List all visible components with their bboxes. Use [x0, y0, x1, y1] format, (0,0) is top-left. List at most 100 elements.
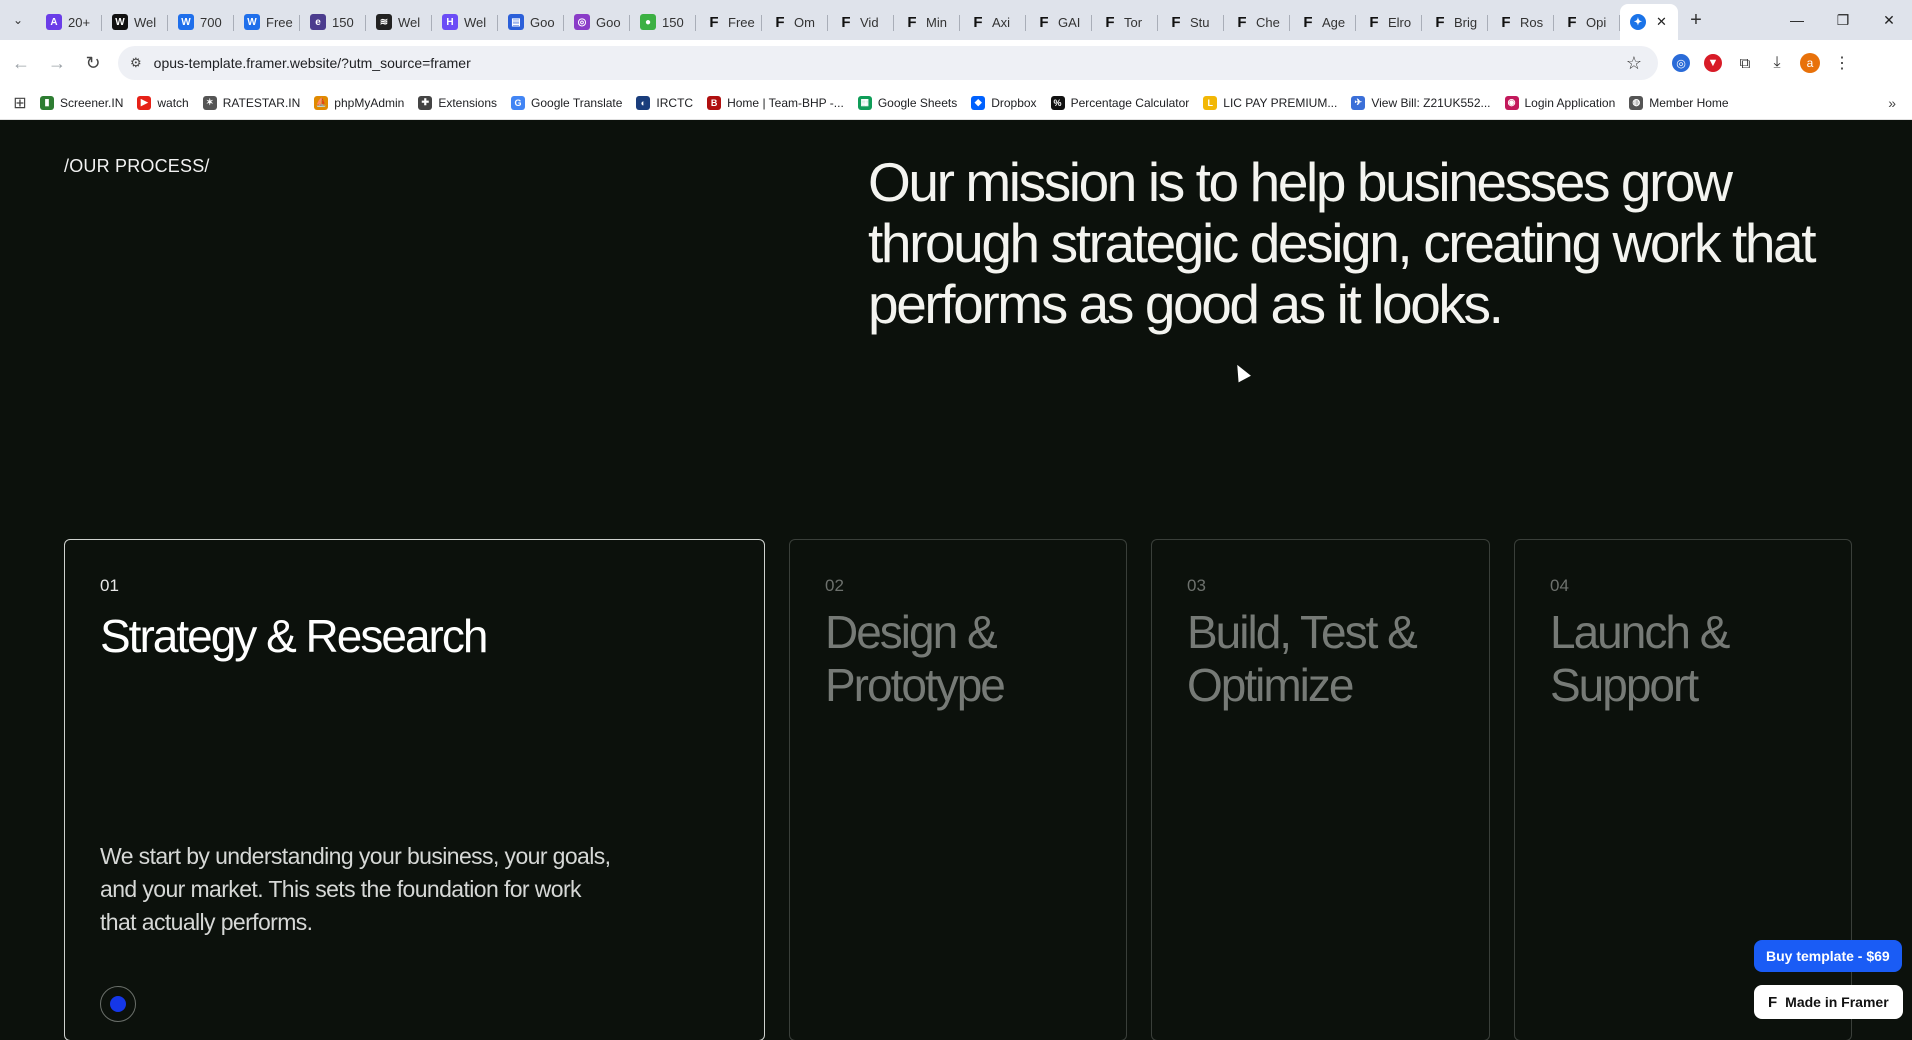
process-card-3[interactable]: 03 Build, Test & Optimize — [1151, 539, 1490, 1040]
tab-title: Free — [728, 14, 755, 30]
bookmark-item[interactable]: ✚ Extensions — [418, 95, 497, 110]
tab-title: GAI — [1058, 14, 1081, 30]
browser-toolbar: ← → ↻ ⚙ opus-template.framer.website/?ut… — [0, 40, 1912, 86]
browser-tab[interactable]: F Axi — [960, 6, 1026, 38]
browser-tab[interactable]: F Ros — [1488, 6, 1554, 38]
reload-icon[interactable]: ↻ — [78, 53, 108, 74]
bookmark-item[interactable]: ◐ IRCTC — [636, 95, 694, 110]
browser-tab[interactable]: F Om — [762, 6, 828, 38]
bookmark-item[interactable]: ✶ RATESTAR.IN — [202, 95, 301, 110]
bookmark-favicon-icon: ◆ — [971, 95, 986, 110]
site-info-icon[interactable]: ⚙ — [130, 55, 142, 71]
browser-tab[interactable]: F GAI — [1026, 6, 1092, 38]
browser-tab[interactable]: e 150 — [300, 6, 366, 38]
bookmark-item[interactable]: ◉ Login Application — [1504, 95, 1616, 110]
bookmark-item[interactable]: ⛵ phpMyAdmin — [314, 95, 404, 110]
tab-favicon-icon: F — [907, 13, 917, 31]
new-tab-plus-icon[interactable]: + — [1678, 9, 1714, 32]
mission-statement: Our mission is to help businesses grow t… — [868, 151, 1816, 335]
browser-menu-icon[interactable]: ⋮ — [1834, 53, 1850, 73]
bookmark-item[interactable]: ◆ Dropbox — [971, 95, 1037, 110]
browser-tab[interactable]: F Vid — [828, 6, 894, 38]
bookmark-item[interactable]: % Percentage Calculator — [1050, 95, 1189, 110]
bookmark-item[interactable]: L LIC PAY PREMIUM... — [1203, 95, 1338, 110]
bookmark-label: LIC PAY PREMIUM... — [1223, 95, 1338, 110]
browser-tab[interactable]: F Free — [696, 6, 762, 38]
made-in-framer-label: Made in Framer — [1785, 994, 1889, 1010]
address-bar[interactable]: ⚙ opus-template.framer.website/?utm_sour… — [118, 46, 1658, 80]
step-description: We start by understanding your business,… — [100, 843, 611, 935]
browser-tab[interactable]: F Min — [894, 6, 960, 38]
bookmark-favicon-icon: ✈ — [1351, 95, 1366, 110]
browser-tab[interactable]: ● 150 — [630, 6, 696, 38]
bookmark-item[interactable]: ✈ View Bill: Z21UK552... — [1351, 95, 1491, 110]
bookmark-label: Login Application — [1524, 95, 1616, 110]
tab-favicon-icon: F — [775, 13, 785, 31]
tab-title: Wel — [398, 14, 421, 30]
close-tab-icon[interactable]: ✕ — [1656, 14, 1667, 30]
bookmark-label: Google Translate — [531, 95, 623, 110]
extension-icon[interactable]: ◎ — [1672, 54, 1690, 72]
tab-title: Free — [266, 14, 293, 30]
browser-tab[interactable]: ≋ Wel — [366, 6, 432, 38]
browser-tab[interactable]: ▤ Goo — [498, 6, 564, 38]
bookmarks-overflow-icon[interactable]: » — [1888, 95, 1896, 111]
browser-tab[interactable]: H Wel — [432, 6, 498, 38]
tab-title: Wel — [464, 14, 487, 30]
bookmark-favicon-icon: ✚ — [418, 95, 433, 110]
browser-tab[interactable]: F Opi — [1554, 6, 1620, 38]
browser-tab[interactable]: F Stu — [1158, 6, 1224, 38]
shield-extension-icon[interactable]: ▼ — [1704, 54, 1722, 72]
tab-favicon-icon: F — [1567, 13, 1577, 31]
back-arrow-icon[interactable]: ← — [6, 53, 36, 74]
bookmark-item[interactable]: ▶ watch — [137, 95, 189, 110]
bookmark-label: Member Home — [1649, 95, 1729, 110]
tab-title: Age — [1322, 14, 1346, 30]
step-number: 03 — [1187, 576, 1206, 595]
browser-tab[interactable]: A 20+ — [36, 6, 102, 38]
bookmark-item[interactable]: ▦ Google Sheets — [857, 95, 957, 110]
browser-tab[interactable]: F Brig — [1422, 6, 1488, 38]
tab-active[interactable]: ✦ ✕ — [1620, 4, 1678, 40]
minimize-icon[interactable]: — — [1774, 0, 1820, 40]
apps-grid-icon[interactable]: ⊞ — [0, 93, 40, 113]
buy-template-button[interactable]: Buy template - $69 — [1754, 940, 1902, 972]
browser-tab[interactable]: F Che — [1224, 6, 1290, 38]
bookmark-label: RATESTAR.IN — [222, 95, 301, 110]
tab-title: Om — [794, 14, 815, 30]
process-card-1[interactable]: 01 Strategy & Research We start by under… — [64, 539, 765, 1040]
bookmark-favicon-icon: ◐ — [636, 95, 651, 110]
tab-search-chevron-icon[interactable]: ⌄ — [0, 0, 36, 40]
restore-icon[interactable]: ❐ — [1820, 0, 1866, 40]
download-icon[interactable]: ⤓ — [1768, 54, 1786, 72]
forward-arrow-icon[interactable]: → — [42, 53, 72, 74]
browser-tab[interactable]: ◎ Goo — [564, 6, 630, 38]
bookmark-item[interactable]: ▮ Screener.IN — [40, 95, 123, 110]
puzzle-extensions-icon[interactable]: ⧉ — [1736, 54, 1754, 72]
browser-tab[interactable]: F Age — [1290, 6, 1356, 38]
bookmark-item[interactable]: G Google Translate — [511, 95, 623, 110]
close-window-icon[interactable]: ✕ — [1866, 0, 1912, 40]
tab-title: 150 — [662, 14, 684, 30]
browser-tab[interactable]: W Free — [234, 6, 300, 38]
tab-favicon-icon: F — [1369, 13, 1379, 31]
bookmark-label: watch — [157, 95, 189, 110]
process-card-2[interactable]: 02 Design & Prototype — [789, 539, 1127, 1040]
browser-tab[interactable]: F Tor — [1092, 6, 1158, 38]
bookmark-star-icon[interactable]: ☆ — [1626, 53, 1642, 74]
browser-tab[interactable]: W 700 — [168, 6, 234, 38]
tab-favicon-icon: F — [1105, 13, 1115, 31]
tab-favicon-icon: F — [1039, 13, 1049, 31]
bookmark-item[interactable]: ◍ Member Home — [1629, 95, 1729, 110]
bookmark-favicon-icon: % — [1050, 95, 1065, 110]
bookmark-label: IRCTC — [656, 95, 694, 110]
made-in-framer-badge[interactable]: F Made in Framer — [1754, 985, 1903, 1019]
browser-tab[interactable]: W Wel — [102, 6, 168, 38]
tab-title: Ros — [1520, 14, 1544, 30]
tab-favicon-icon: H — [442, 14, 458, 30]
profile-avatar[interactable]: a — [1800, 53, 1820, 73]
bookmark-favicon-icon: ◍ — [1629, 95, 1644, 110]
browser-tab[interactable]: F Elro — [1356, 6, 1422, 38]
bookmark-item[interactable]: B Home | Team-BHP -... — [707, 95, 844, 110]
tab-title: Opi — [1586, 14, 1607, 30]
